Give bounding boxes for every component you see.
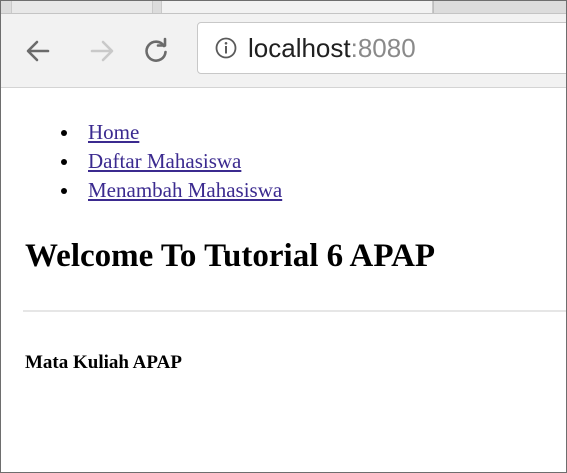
section-title: Mata Kuliah APAP [25, 352, 182, 373]
info-icon[interactable] [215, 37, 237, 59]
list-item: Home [1, 118, 282, 147]
address-text[interactable]: localhost:8080 [248, 32, 416, 64]
page-title: Welcome To Tutorial 6 APAP [25, 238, 436, 274]
nav-link-menambah-mahasiswa[interactable]: Menambah Mahasiswa [88, 178, 282, 202]
bullet [61, 188, 67, 194]
forward-button[interactable] [85, 34, 119, 68]
tab-strip [1, 1, 566, 14]
address-port: :8080 [350, 33, 416, 63]
bullet [61, 130, 67, 136]
address-host: localhost [248, 33, 351, 63]
arrow-right-icon [88, 37, 116, 65]
nav-list: Home Daftar Mahasiswa Menambah Mahasiswa [1, 118, 282, 205]
page-content: Home Daftar Mahasiswa Menambah Mahasiswa… [1, 88, 566, 472]
address-bar[interactable]: localhost:8080 [197, 22, 566, 74]
browser-tab-active[interactable] [161, 1, 433, 13]
tab-divider [433, 1, 434, 13]
browser-tab[interactable] [11, 1, 153, 13]
arrow-left-icon [24, 37, 52, 65]
back-button[interactable] [21, 34, 55, 68]
bullet [61, 159, 67, 165]
divider [23, 310, 566, 312]
nav-link-home[interactable]: Home [88, 120, 139, 144]
list-item: Menambah Mahasiswa [1, 176, 282, 205]
list-item: Daftar Mahasiswa [1, 147, 282, 176]
reload-icon [142, 37, 170, 65]
browser-toolbar: localhost:8080 [1, 14, 566, 88]
reload-button[interactable] [139, 34, 173, 68]
nav-link-daftar-mahasiswa[interactable]: Daftar Mahasiswa [88, 149, 241, 173]
browser-window: localhost:8080 Home Daftar Mahasiswa Men… [0, 0, 567, 473]
